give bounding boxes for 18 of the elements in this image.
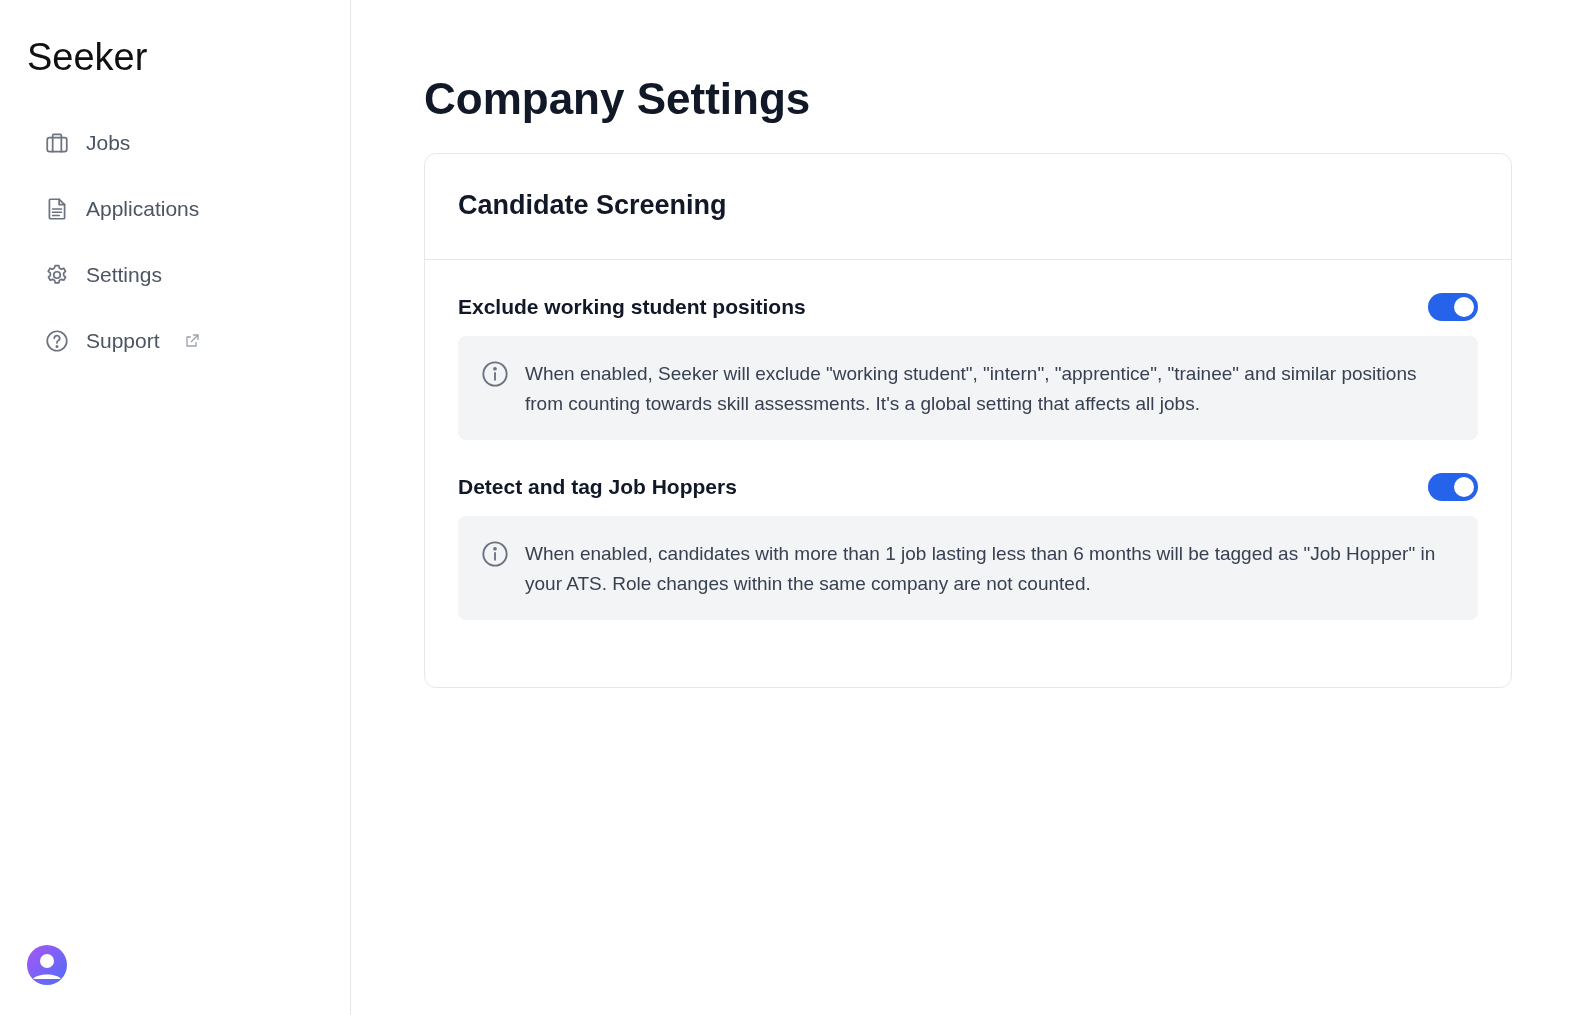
help-icon (44, 328, 70, 354)
logo: Seeker (27, 36, 148, 79)
toggle-switch[interactable] (1428, 473, 1478, 501)
nav-link[interactable]: Jobs (44, 125, 131, 161)
card-title: Candidate Screening (458, 190, 727, 221)
info-icon (481, 540, 509, 568)
info-icon (481, 360, 509, 388)
info-text: When enabled, Seeker will exclude "working student", "intern", "apprentice", "trainee" and similar positions from counting towards skill assessments. It's a global setting that affects all jobs. (525, 362, 1418, 416)
info-text: When enabled, candidates with more than 1 job lasting less than 6 months will be tagged as "Job Hopper" in your ATS. Role changes within the same company are not counted. (525, 542, 1437, 596)
nav-link[interactable]: Settings (44, 257, 162, 293)
setting-label: Exclude working student positions (458, 295, 806, 319)
page-title: Company Settings (424, 74, 811, 124)
toggle-switch[interactable] (1428, 293, 1478, 321)
nav-link[interactable]: Applications (44, 191, 200, 227)
briefcase-icon (44, 130, 70, 156)
user-avatar[interactable] (27, 945, 67, 985)
nav-link[interactable]: Support (44, 323, 200, 359)
setting-label: Detect and tag Job Hoppers (458, 475, 737, 499)
